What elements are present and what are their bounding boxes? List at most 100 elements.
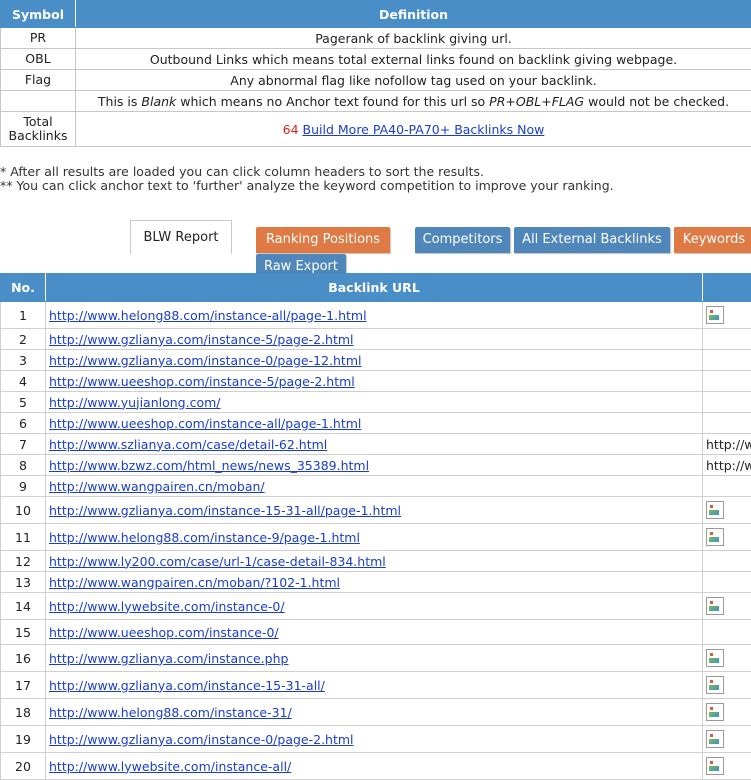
- row-number: 15: [1, 620, 46, 645]
- table-row: 17http://www.gzlianya.com/instance-15-31…: [1, 672, 751, 699]
- extra-cell: [703, 593, 751, 620]
- table-row: 15http://www.ueeshop.com/instance-0/: [1, 620, 751, 645]
- backlink-url-cell: http://www.lywebsite.com/instance-0/: [46, 593, 703, 620]
- table-row: 10http://www.gzlianya.com/instance-15-31…: [1, 497, 751, 524]
- broken-image-icon: [706, 501, 724, 519]
- table-row: 12http://www.ly200.com/case/url-1/case-d…: [1, 551, 751, 572]
- broken-image-icon: [706, 597, 724, 615]
- row-number: 1: [1, 302, 46, 329]
- column-header-backlink-url[interactable]: Backlink URL: [46, 274, 703, 302]
- backlink-url-link[interactable]: http://www.helong88.com/instance-all/pag…: [49, 308, 367, 323]
- table-row: 11http://www.helong88.com/instance-9/pag…: [1, 524, 751, 551]
- extra-cell: [703, 726, 751, 753]
- blank-fields: PR+OBL+FLAG: [489, 94, 584, 109]
- backlink-url-link[interactable]: http://www.yujianlong.com/: [49, 395, 221, 410]
- legend-table: Symbol Definition PR Pagerank of backlin…: [0, 0, 751, 147]
- backlink-url-cell: http://www.gzlianya.com/instance-0/page-…: [46, 350, 703, 371]
- backlink-url-link[interactable]: http://www.ueeshop.com/instance-all/page…: [49, 416, 361, 431]
- row-number: 2: [1, 329, 46, 350]
- legend-definition: Outbound Links which means total externa…: [76, 49, 751, 70]
- backlink-url-link[interactable]: http://www.gzlianya.com/instance.php: [49, 651, 288, 666]
- blank-prefix: This is: [98, 94, 141, 109]
- tab-ranking-positions[interactable]: Ranking Positions: [256, 227, 390, 253]
- tab-keywords[interactable]: Keywords: [674, 227, 751, 253]
- backlink-url-link[interactable]: http://www.gzlianya.com/instance-0/page-…: [49, 353, 361, 368]
- row-number: 5: [1, 392, 46, 413]
- legend-header-definition: Definition: [76, 1, 751, 28]
- results-table: No. Backlink URL 1http://www.helong88.co…: [0, 273, 751, 780]
- backlink-url-link[interactable]: http://www.gzlianya.com/instance-0/page-…: [49, 732, 354, 747]
- tab-competitors[interactable]: Competitors: [415, 227, 510, 253]
- extra-cell: [703, 371, 751, 392]
- backlink-url-link[interactable]: http://www.helong88.com/instance-31/: [49, 705, 292, 720]
- extra-cell: [703, 476, 751, 497]
- backlink-url-link[interactable]: http://www.bzwz.com/html_news/news_35389…: [49, 458, 369, 473]
- results-header-row: No. Backlink URL: [1, 274, 751, 302]
- column-header-no[interactable]: No.: [1, 274, 46, 302]
- backlink-url-cell: http://www.gzlianya.com/instance-0/page-…: [46, 726, 703, 753]
- extra-cell: [703, 551, 751, 572]
- broken-image-icon: [706, 757, 724, 775]
- backlink-url-cell: http://www.ueeshop.com/instance-5/page-2…: [46, 371, 703, 392]
- broken-image-icon: [706, 649, 724, 667]
- tab-all-external-backlinks[interactable]: All External Backlinks: [514, 227, 670, 253]
- backlink-url-cell: http://www.wangpairen.cn/moban/: [46, 476, 703, 497]
- backlink-url-link[interactable]: http://www.ueeshop.com/instance-0/: [49, 625, 279, 640]
- backlink-url-link[interactable]: http://www.gzlianya.com/instance-15-31-a…: [49, 678, 325, 693]
- extra-cell: http://w: [703, 455, 751, 476]
- column-header-extra[interactable]: [703, 274, 751, 302]
- backlink-url-link[interactable]: http://www.szlianya.com/case/detail-62.h…: [49, 437, 327, 452]
- row-number: 11: [1, 524, 46, 551]
- tab-blw-report[interactable]: BLW Report: [130, 220, 232, 254]
- extra-cell: [703, 645, 751, 672]
- broken-image-icon: [706, 676, 724, 694]
- legend-symbol-empty: [1, 91, 76, 112]
- extra-text: http://w: [706, 458, 751, 473]
- build-more-backlinks-link[interactable]: Build More PA40-PA70+ Backlinks Now: [303, 122, 545, 137]
- row-number: 4: [1, 371, 46, 392]
- row-number: 12: [1, 551, 46, 572]
- extra-cell: [703, 524, 751, 551]
- table-row: 3http://www.gzlianya.com/instance-0/page…: [1, 350, 751, 371]
- backlink-url-link[interactable]: http://www.ueeshop.com/instance-5/page-2…: [49, 374, 355, 389]
- backlink-url-cell: http://www.gzlianya.com/instance-5/page-…: [46, 329, 703, 350]
- extra-cell: [703, 620, 751, 645]
- extra-text: http://w: [706, 437, 751, 452]
- legend-definition: Any abnormal flag like nofollow tag used…: [76, 70, 751, 91]
- backlink-url-link[interactable]: http://www.lywebsite.com/instance-all/: [49, 759, 291, 774]
- backlink-url-link[interactable]: http://www.lywebsite.com/instance-0/: [49, 599, 285, 614]
- broken-image-icon: [706, 730, 724, 748]
- row-number: 8: [1, 455, 46, 476]
- broken-image-icon: [706, 528, 724, 546]
- legend-row: Flag Any abnormal flag like nofollow tag…: [1, 70, 751, 91]
- backlink-url-link[interactable]: http://www.wangpairen.cn/moban/?102-1.ht…: [49, 575, 340, 590]
- legend-symbol: OBL: [1, 49, 76, 70]
- backlink-url-link[interactable]: http://www.gzlianya.com/instance-15-31-a…: [49, 503, 401, 518]
- table-row: 7http://www.szlianya.com/case/detail-62.…: [1, 434, 751, 455]
- backlink-url-link[interactable]: http://www.ly200.com/case/url-1/case-det…: [49, 554, 386, 569]
- backlink-url-cell: http://www.bzwz.com/html_news/news_35389…: [46, 455, 703, 476]
- blank-suffix: would not be checked.: [584, 94, 729, 109]
- legend-header-symbol: Symbol: [1, 1, 76, 28]
- backlink-url-cell: http://www.helong88.com/instance-31/: [46, 699, 703, 726]
- extra-cell: [703, 329, 751, 350]
- blank-word: Blank: [141, 94, 176, 109]
- table-row: 19http://www.gzlianya.com/instance-0/pag…: [1, 726, 751, 753]
- table-row: 20http://www.lywebsite.com/instance-all/: [1, 753, 751, 780]
- table-row: 4http://www.ueeshop.com/instance-5/page-…: [1, 371, 751, 392]
- extra-cell: [703, 753, 751, 780]
- backlink-url-link[interactable]: http://www.helong88.com/instance-9/page-…: [49, 530, 360, 545]
- row-number: 10: [1, 497, 46, 524]
- total-label-line1: Total: [23, 114, 52, 129]
- row-number: 20: [1, 753, 46, 780]
- extra-cell: [703, 572, 751, 593]
- extra-cell: http://w: [703, 434, 751, 455]
- backlink-url-link[interactable]: http://www.gzlianya.com/instance-5/page-…: [49, 332, 354, 347]
- row-number: 14: [1, 593, 46, 620]
- extra-cell: [703, 699, 751, 726]
- backlink-url-link[interactable]: http://www.wangpairen.cn/moban/: [49, 479, 265, 494]
- broken-image-icon: [706, 306, 724, 324]
- legend-row: OBL Outbound Links which means total ext…: [1, 49, 751, 70]
- notes: * After all results are loaded you can c…: [0, 165, 614, 193]
- extra-cell: [703, 497, 751, 524]
